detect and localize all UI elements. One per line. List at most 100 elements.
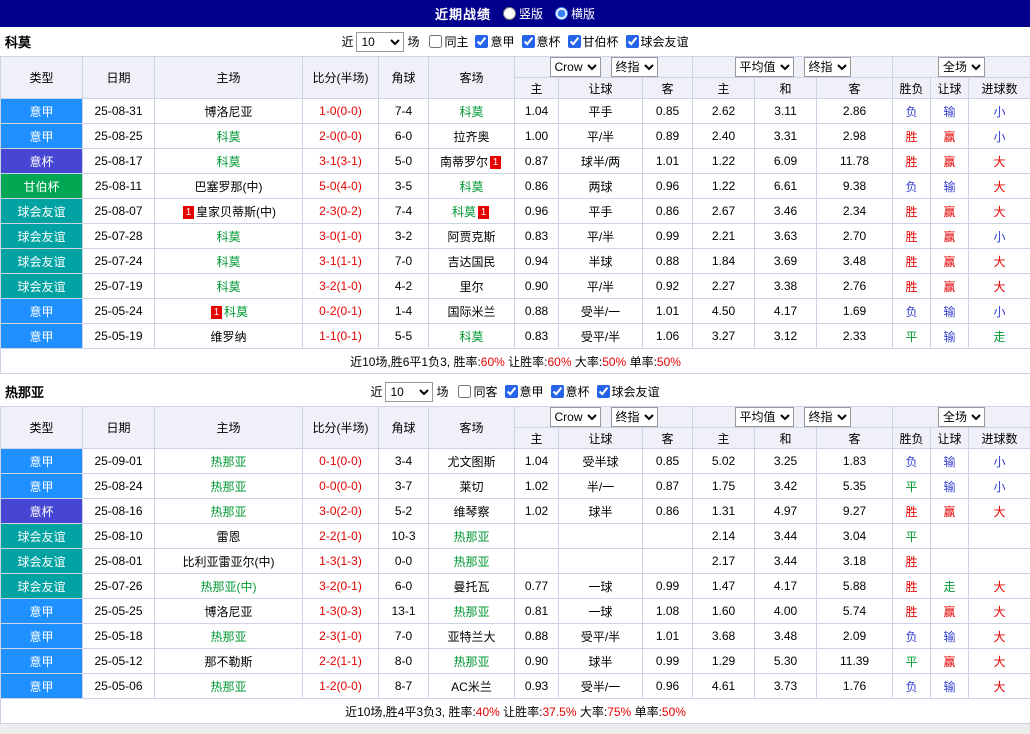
home-team: 热那亚 — [154, 673, 303, 699]
result-goals — [968, 523, 1030, 549]
asia-home-odds: 0.83 — [514, 323, 559, 349]
filter-checkbox-意杯[interactable]: 意杯 — [515, 33, 561, 50]
asia-away-odds: 0.85 — [641, 448, 694, 474]
match-score: 1-3(0-3) — [302, 598, 379, 624]
euro-stage-select[interactable]: 终指 — [803, 407, 851, 427]
corner-score: 0-0 — [378, 548, 429, 574]
match-filters: 近 10 场 同客 意甲 意杯 球会友谊 — [370, 381, 660, 402]
asia-away-odds: 0.86 — [641, 498, 694, 524]
euro-draw-odds: 4.97 — [754, 498, 818, 524]
filter-prefix-label: 近 — [341, 35, 354, 49]
asia-handicap: 受平/半 — [558, 623, 643, 649]
match-row: 球会友谊 25-08-10 雷恩 2-2(1-0) 10-3 热那亚 2.14 3.44 3.0… — [0, 523, 1030, 549]
corner-score: 5-5 — [378, 323, 429, 349]
team-name-text: 尤文图斯 — [447, 454, 496, 469]
checkbox-input[interactable] — [458, 385, 472, 398]
result-handicap: 赢 — [930, 123, 970, 149]
matches-table: 类型 日期 主场 比分(半场) 角球 客场 Crow 终指 平均值 终指 全场 主 … — [0, 56, 1030, 374]
asia-stage-select[interactable]: 终指 — [610, 407, 658, 427]
checkbox-input[interactable] — [550, 385, 564, 398]
home-team: 科莫 — [154, 248, 303, 274]
team-name-text: 科莫 — [216, 279, 241, 294]
filter-checkbox-甘伯杯[interactable]: 甘伯杯 — [561, 33, 619, 50]
filter-checkbox-意杯[interactable]: 意杯 — [544, 383, 590, 400]
col-header-date: 日期 — [82, 406, 155, 449]
filter-checkbox-同主[interactable]: 同主 — [422, 33, 468, 50]
result-group-header: 全场 — [892, 406, 1030, 428]
match-type: 意甲 — [0, 598, 83, 624]
checkbox-input[interactable] — [504, 385, 518, 398]
team-name-text: 南蒂罗尔 — [439, 154, 488, 169]
result-handicap: 赢 — [930, 273, 970, 299]
col-header-away: 客场 — [428, 406, 515, 449]
summary-value: 40% — [475, 704, 500, 719]
subcol-result-wdl: 胜负 — [892, 77, 932, 99]
match-score: 3-2(0-1) — [302, 573, 379, 599]
match-count-select[interactable]: 10 — [385, 381, 434, 402]
euro-draw-odds: 3.44 — [754, 523, 818, 549]
filter-checkbox-球会友谊[interactable]: 球会友谊 — [619, 33, 689, 50]
average-select[interactable]: 平均值 — [734, 407, 794, 427]
checkbox-input[interactable] — [475, 35, 489, 48]
home-team: 雷恩 — [154, 523, 303, 549]
checkbox-input[interactable] — [521, 35, 535, 48]
result-wdl: 负 — [892, 623, 932, 649]
euro-home-odds: 2.62 — [692, 98, 756, 124]
bookmaker-select[interactable]: Crow — [549, 407, 601, 427]
asia-away-odds — [641, 548, 694, 574]
filter-checkbox-球会友谊[interactable]: 球会友谊 — [590, 383, 660, 400]
col-header-date: 日期 — [82, 56, 155, 99]
team-name-text: 科莫 — [216, 229, 241, 244]
euro-home-odds: 1.75 — [692, 473, 756, 499]
subcol-result-wdl: 胜负 — [892, 427, 932, 449]
checkbox-label: 球会友谊 — [640, 35, 689, 49]
result-handicap: 赢 — [930, 148, 970, 174]
result-wdl: 负 — [892, 298, 932, 324]
asia-home-odds: 0.90 — [514, 273, 559, 299]
asia-home-odds — [514, 523, 559, 549]
team-name-text: 吉达国民 — [447, 254, 496, 269]
filter-checkbox-同客[interactable]: 同客 — [451, 383, 498, 400]
scope-select[interactable]: 全场 — [938, 57, 986, 77]
euro-away-odds: 2.70 — [816, 223, 894, 249]
summary-value: 75% — [607, 704, 632, 719]
euro-home-odds: 2.67 — [692, 198, 756, 224]
col-header-type: 类型 — [0, 56, 83, 99]
euro-away-odds: 9.27 — [816, 498, 894, 524]
result-handicap — [930, 548, 970, 574]
checkbox-input[interactable] — [596, 385, 610, 398]
euro-away-odds: 2.34 — [816, 198, 894, 224]
asia-away-odds: 1.01 — [641, 298, 694, 324]
subcol-euro-away: 客 — [816, 427, 894, 449]
filter-checkbox-意甲[interactable]: 意甲 — [468, 33, 515, 50]
euro-away-odds: 5.88 — [816, 573, 894, 599]
average-select[interactable]: 平均值 — [734, 57, 794, 77]
horizontal-radio[interactable] — [555, 7, 568, 20]
result-handicap: 输 — [930, 98, 970, 124]
bookmaker-select[interactable]: Crow — [549, 57, 601, 77]
euro-draw-odds: 3.25 — [754, 448, 818, 474]
euro-odds-group-header: 平均值 终指 — [692, 406, 894, 428]
filter-checkbox-意甲[interactable]: 意甲 — [498, 383, 544, 400]
match-count-select[interactable]: 10 — [356, 31, 405, 52]
asia-stage-select[interactable]: 终指 — [610, 57, 658, 77]
team-name-text: 科莫 — [459, 104, 484, 119]
euro-stage-select[interactable]: 终指 — [803, 57, 851, 77]
subcol-asia-handicap: 让球 — [558, 427, 643, 449]
red-card-icon: 1 — [210, 305, 222, 319]
vertical-radio[interactable] — [502, 7, 516, 20]
result-handicap: 输 — [930, 623, 970, 649]
result-handicap: 输 — [930, 173, 970, 199]
layout-option-horizontal[interactable]: 横版 — [555, 5, 595, 22]
result-group-header: 全场 — [892, 56, 1030, 78]
layout-option-vertical[interactable]: 竖版 — [502, 5, 543, 22]
checkbox-input[interactable] — [625, 35, 639, 48]
checkbox-input[interactable] — [429, 35, 443, 48]
scope-select[interactable]: 全场 — [938, 407, 986, 427]
checkbox-input[interactable] — [567, 35, 581, 48]
match-type: 球会友谊 — [0, 198, 83, 224]
euro-away-odds: 2.76 — [816, 273, 894, 299]
match-score: 3-0(1-0) — [302, 223, 379, 249]
match-score: 3-1(1-1) — [302, 248, 379, 274]
match-date: 25-08-17 — [82, 148, 155, 174]
